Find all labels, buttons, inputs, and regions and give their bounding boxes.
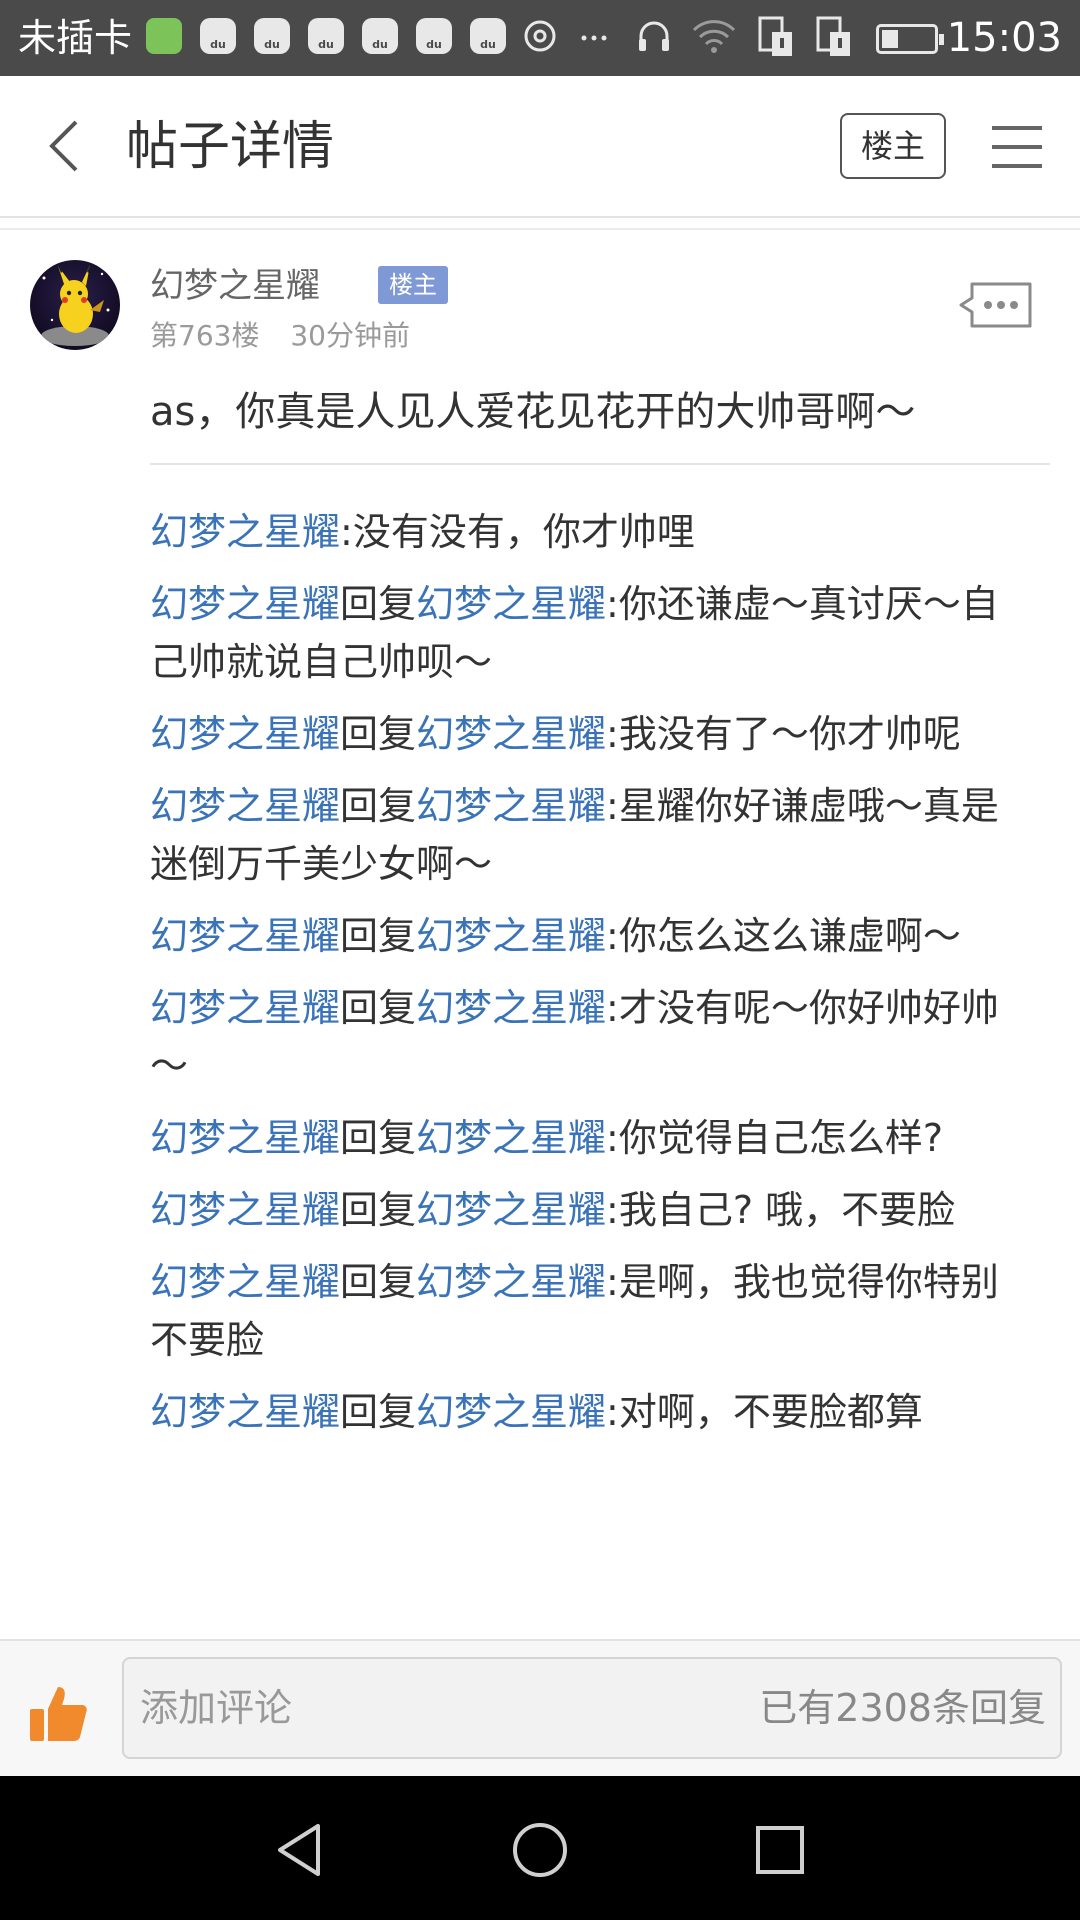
reply-author-link[interactable]: 幻梦之星耀: [150, 1390, 340, 1434]
reply-item[interactable]: 幻梦之星耀回复幻梦之星耀:对啊，不要脸都算: [150, 1383, 1034, 1441]
reply-item[interactable]: 幻梦之星耀回复幻梦之星耀:我自己? 哦，不要脸: [150, 1181, 1034, 1239]
reply-word: 回复: [340, 784, 417, 828]
reply-word: 回复: [340, 1188, 417, 1232]
battery-icon: [876, 24, 944, 54]
post-content: as，你真是人见人爱花见花开的大帅哥啊～: [150, 389, 916, 435]
comment-input[interactable]: 添加评论 已有2308条回复: [122, 1657, 1062, 1759]
reply-separator: :: [606, 986, 619, 1030]
baidu-icon: [470, 18, 506, 54]
back-triangle-icon[interactable]: [270, 1820, 330, 1880]
reply-author-link[interactable]: 幻梦之星耀: [150, 1116, 340, 1160]
reply-target-link[interactable]: 幻梦之星耀: [416, 1188, 606, 1232]
reply-author-link[interactable]: 幻梦之星耀: [150, 1188, 340, 1232]
reply-word: 回复: [340, 986, 417, 1030]
thumbs-up-icon[interactable]: [26, 1681, 90, 1745]
content-divider: [150, 463, 1050, 465]
reply-separator: :: [340, 510, 353, 554]
author-name[interactable]: 幻梦之星耀: [150, 262, 320, 310]
recents-square-icon[interactable]: [750, 1820, 810, 1880]
reply-author-link[interactable]: 幻梦之星耀: [150, 1260, 340, 1304]
reply-word: 回复: [340, 1390, 417, 1434]
reply-target-link[interactable]: 幻梦之星耀: [416, 914, 606, 958]
reply-text: 你怎么这么谦虚啊～: [618, 914, 961, 958]
reply-item[interactable]: 幻梦之星耀回复幻梦之星耀:你还谦虚～真讨厌～自己帅就说自己帅呗～: [150, 575, 1034, 691]
reply-text: 我自己? 哦，不要脸: [618, 1188, 956, 1232]
reply-text: 对啊，不要脸都算: [618, 1390, 923, 1434]
sim-icon: [816, 16, 850, 56]
floor-number: 第763楼: [150, 319, 260, 352]
header-divider: [0, 216, 1080, 218]
reply-separator: :: [606, 1188, 619, 1232]
chevron-left-icon[interactable]: [40, 116, 100, 176]
sim-icon: [758, 16, 792, 56]
reply-target-link[interactable]: 幻梦之星耀: [416, 1116, 606, 1160]
reply-item[interactable]: 幻梦之星耀:没有没有，你才帅哩: [150, 503, 1034, 561]
baidu-icon: [254, 18, 290, 54]
reply-author-link[interactable]: 幻梦之星耀: [150, 712, 340, 756]
carrier-label: 未插卡: [18, 16, 133, 60]
reply-author-link[interactable]: 幻梦之星耀: [150, 986, 340, 1030]
reply-target-link[interactable]: 幻梦之星耀: [416, 712, 606, 756]
reply-separator: :: [606, 784, 619, 828]
reply-text: 我没有了～你才帅呢: [618, 712, 961, 756]
headphone-icon: [639, 21, 669, 51]
reply-item[interactable]: 幻梦之星耀回复幻梦之星耀:你怎么这么谦虚啊～: [150, 907, 1034, 965]
reply-count: 已有2308条回复: [759, 1686, 1046, 1730]
reply-text: 你觉得自己怎么样?: [618, 1116, 944, 1160]
baidu-icon: [308, 18, 344, 54]
reply-target-link[interactable]: 幻梦之星耀: [416, 1390, 606, 1434]
more-options-icon[interactable]: [958, 280, 1034, 330]
reply-word: 回复: [340, 1260, 417, 1304]
reply-author-link[interactable]: 幻梦之星耀: [150, 784, 340, 828]
reply-separator: :: [606, 1390, 619, 1434]
avatar[interactable]: [30, 260, 120, 350]
comment-placeholder: 添加评论: [140, 1686, 293, 1730]
post-time: 30分钟前: [290, 319, 410, 352]
reply-separator: :: [606, 1116, 619, 1160]
system-nav-bar: [0, 1776, 1080, 1920]
reply-word: 回复: [340, 1116, 417, 1160]
game-icon: [146, 18, 182, 54]
reply-item[interactable]: 幻梦之星耀回复幻梦之星耀:我没有了～你才帅呢: [150, 705, 1034, 763]
louzhu-filter-button[interactable]: 楼主: [840, 113, 946, 179]
baidu-icon: [416, 18, 452, 54]
reply-text: 没有没有，你才帅哩: [352, 510, 695, 554]
status-bar: 未插卡 15:03: [0, 0, 1080, 76]
reply-list: 幻梦之星耀:没有没有，你才帅哩 幻梦之星耀回复幻梦之星耀:你还谦虚～真讨厌～自己帅…: [150, 503, 1034, 1639]
reply-separator: :: [606, 582, 619, 626]
baidu-icon: [362, 18, 398, 54]
app-header: 帖子详情 楼主: [0, 76, 1080, 216]
reply-author-link[interactable]: 幻梦之星耀: [150, 914, 340, 958]
baidu-icon: [200, 18, 236, 54]
reply-item[interactable]: 幻梦之星耀回复幻梦之星耀:才没有呢～你好帅好帅～: [150, 979, 1034, 1095]
reply-word: 回复: [340, 712, 417, 756]
reply-word: 回复: [340, 582, 417, 626]
settings-icon: [524, 20, 556, 52]
reply-word: 回复: [340, 914, 417, 958]
reply-target-link[interactable]: 幻梦之星耀: [416, 1260, 606, 1304]
reply-separator: :: [606, 1260, 619, 1304]
reply-target-link[interactable]: 幻梦之星耀: [416, 986, 606, 1030]
reply-item[interactable]: 幻梦之星耀回复幻梦之星耀:是啊，我也觉得你特别不要脸: [150, 1253, 1034, 1369]
reply-item[interactable]: 幻梦之星耀回复幻梦之星耀:你觉得自己怎么样?: [150, 1109, 1034, 1167]
more-icon: [581, 35, 607, 41]
home-circle-icon[interactable]: [510, 1820, 570, 1880]
hamburger-menu-icon[interactable]: [992, 124, 1042, 170]
header-divider: [0, 228, 1080, 230]
page-title: 帖子详情: [126, 117, 335, 177]
reply-separator: :: [606, 914, 619, 958]
wifi-icon: [692, 20, 736, 53]
post-meta: 第763楼 30分钟前: [150, 316, 410, 356]
reply-target-link[interactable]: 幻梦之星耀: [416, 582, 606, 626]
op-badge: 楼主: [378, 266, 448, 304]
reply-item[interactable]: 幻梦之星耀回复幻梦之星耀:星耀你好谦虚哦～真是迷倒万千美少女啊～: [150, 777, 1034, 893]
reply-target-link[interactable]: 幻梦之星耀: [416, 784, 606, 828]
reply-author-link[interactable]: 幻梦之星耀: [150, 582, 340, 626]
clock: 15:03: [946, 15, 1062, 61]
reply-author-link[interactable]: 幻梦之星耀: [150, 510, 340, 554]
reply-separator: :: [606, 712, 619, 756]
bottom-bar: 添加评论 已有2308条回复: [0, 1639, 1080, 1776]
